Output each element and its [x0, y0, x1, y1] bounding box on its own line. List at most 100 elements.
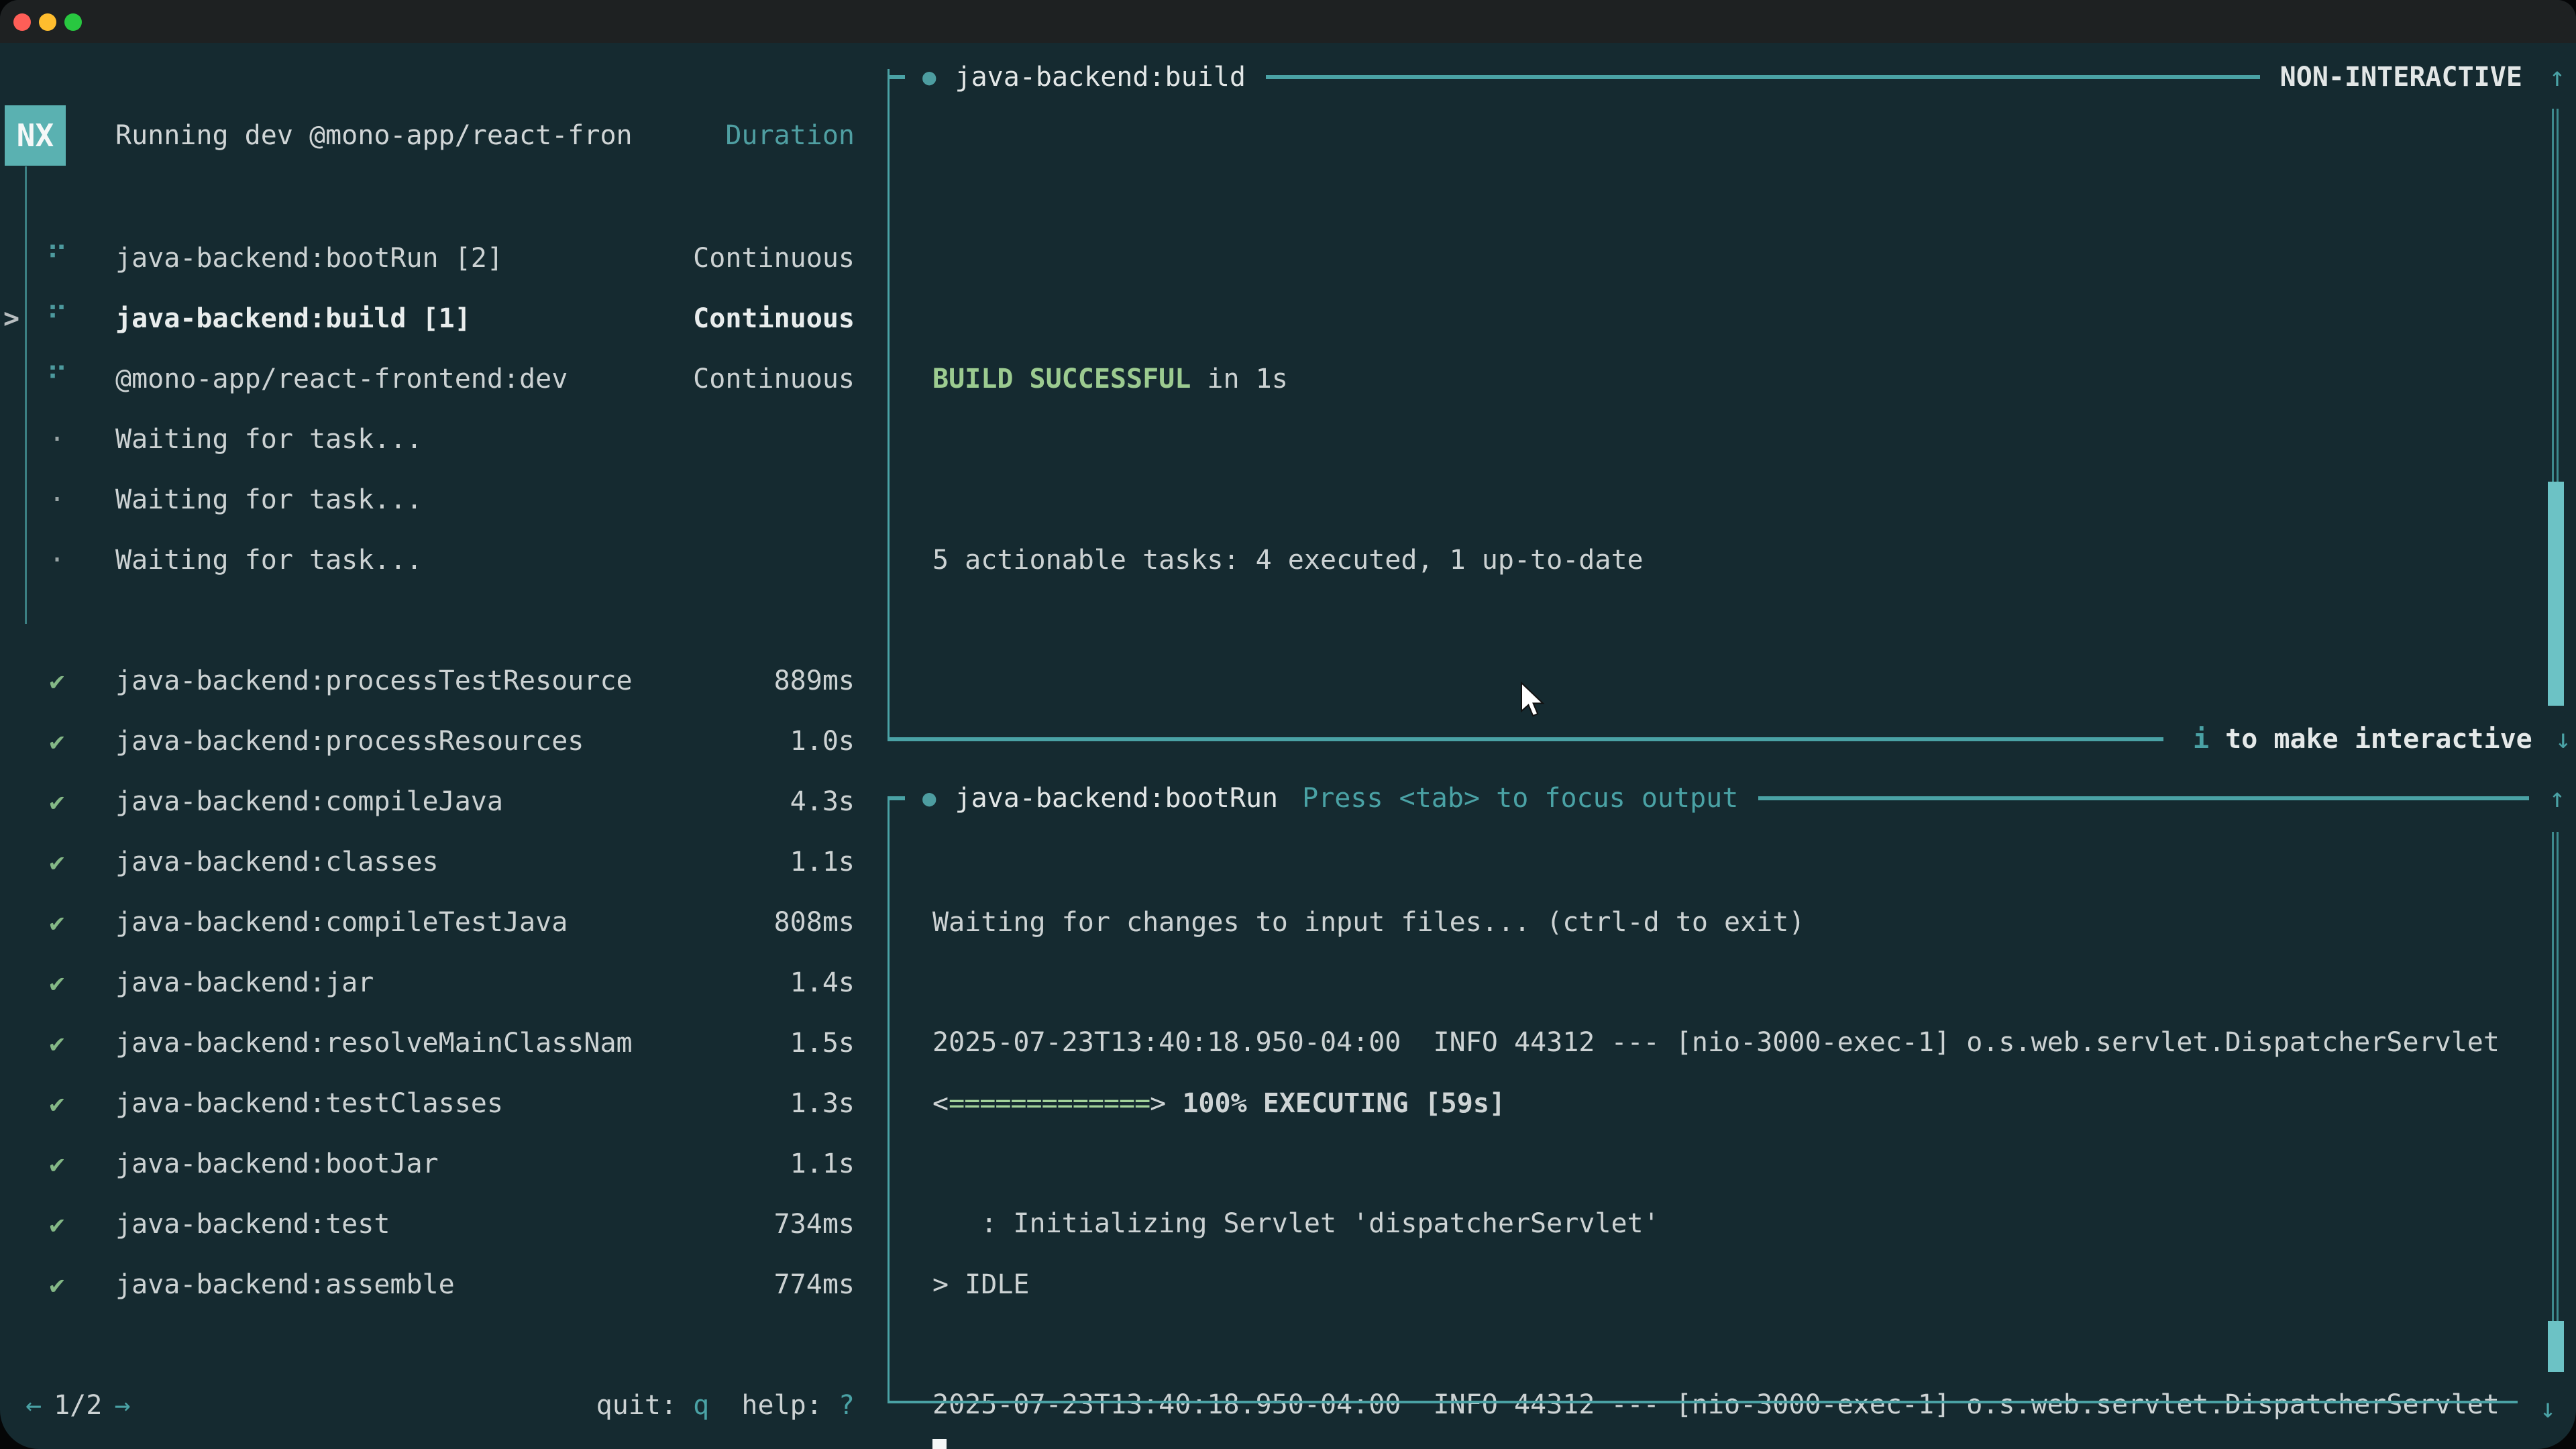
completed-task-list: ✔ java-backend:processTestResource 889ms…	[0, 651, 872, 1315]
task-name: java-backend:jar	[115, 953, 374, 1013]
task-row[interactable]: ✔ java-backend:jar 1.4s	[0, 953, 872, 1013]
task-list-title: Running dev @mono-app/react-fron	[115, 105, 633, 166]
build-successful-text: BUILD SUCCESSFUL	[932, 349, 1191, 409]
nx-logo: NX	[5, 105, 66, 166]
minimize-button[interactable]	[39, 13, 56, 31]
page-indicator: 1/2	[42, 1390, 114, 1421]
spinner-icon: ⠋	[37, 349, 77, 409]
task-duration: 1.5s	[790, 1013, 855, 1073]
quit-key: q	[693, 1390, 709, 1421]
scroll-down-icon[interactable]: ↓	[2555, 709, 2571, 769]
task-row-selected[interactable]: > ⠋ java-backend:build [1] Continuous	[0, 288, 872, 349]
task-list-footer: ←1/2→ quit: q help: ?	[0, 1375, 872, 1436]
task-row[interactable]: ✔ java-backend:classes 1.1s	[0, 832, 872, 892]
close-button[interactable]	[13, 13, 31, 31]
quit-hint-label: quit:	[596, 1390, 694, 1421]
task-row[interactable]: ⠋ @mono-app/react-frontend:dev Continuou…	[0, 349, 872, 409]
task-row[interactable]: ✔ java-backend:test 734ms	[0, 1194, 872, 1254]
build-panel-scrollbar-track[interactable]	[2552, 109, 2559, 482]
check-icon: ✔	[37, 1073, 77, 1134]
task-row[interactable]: ✔ java-backend:compileJava 4.3s	[0, 771, 872, 832]
task-name: java-backend:classes	[115, 832, 439, 892]
bootrun-panel-border-stub	[888, 796, 905, 800]
task-name: java-backend:test	[115, 1194, 390, 1254]
build-panel-footer: i to make interactive ↓	[888, 709, 2576, 769]
check-icon: ✔	[37, 832, 77, 892]
task-name: java-backend:compileTestJava	[115, 892, 568, 953]
task-duration: 4.3s	[790, 771, 855, 832]
task-duration: 808ms	[774, 892, 855, 953]
build-panel-scrollbar-thumb[interactable]	[2548, 482, 2564, 706]
task-duration: 889ms	[774, 651, 855, 711]
task-row[interactable]: ✔ java-backend:testClasses 1.3s	[0, 1073, 872, 1134]
task-row[interactable]: ⠋ java-backend:bootRun [2] Continuous	[0, 228, 872, 288]
scroll-up-icon[interactable]: ↑	[2549, 47, 2565, 107]
task-row[interactable]: ✔ java-backend:processTestResource 889ms	[0, 651, 872, 711]
build-panel-header: ● java-backend:build NON-INTERACTIVE ↑	[888, 47, 2576, 107]
task-name: java-backend:assemble	[115, 1254, 455, 1315]
scroll-down-icon[interactable]: ↓	[2540, 1379, 2556, 1439]
task-status: Continuous	[693, 288, 855, 349]
check-icon: ✔	[37, 953, 77, 1013]
check-icon: ✔	[37, 711, 77, 771]
maximize-button[interactable]	[64, 13, 82, 31]
task-name: java-backend:bootJar	[115, 1134, 439, 1194]
bootrun-panel-scrollbar-track[interactable]	[2552, 832, 2559, 1321]
bootrun-panel-header: ● java-backend:bootRun Press <tab> to fo…	[888, 768, 2576, 828]
selection-caret-icon: >	[3, 288, 19, 349]
bootrun-panel-header-rule	[1758, 796, 2529, 800]
waiting-task-row: · Waiting for task...	[0, 530, 872, 590]
focus-output-hint: Press <tab> to focus output	[1302, 768, 1738, 828]
task-status: Continuous	[693, 228, 855, 288]
prev-page-arrow-icon[interactable]: ←	[25, 1390, 42, 1421]
waiting-dot-icon: ·	[37, 409, 77, 470]
mouse-cursor	[1520, 680, 1547, 741]
log-line: : Initializing Servlet 'dispatcherServle…	[932, 1193, 2536, 1254]
help-key: ?	[839, 1390, 855, 1421]
terminal-window: NX Running dev @mono-app/react-fron Dura…	[0, 0, 2576, 1449]
scroll-up-icon[interactable]: ↑	[2549, 768, 2565, 828]
nx-tui: NX Running dev @mono-app/react-fron Dura…	[0, 43, 2576, 1449]
task-row[interactable]: ✔ java-backend:assemble 774ms	[0, 1254, 872, 1315]
task-duration: 774ms	[774, 1254, 855, 1315]
check-icon: ✔	[37, 771, 77, 832]
help-hint-label: help:	[709, 1390, 839, 1421]
build-status-line: BUILD SUCCESSFUL in 1s	[932, 349, 2536, 409]
next-page-arrow-icon[interactable]: →	[114, 1390, 130, 1421]
title-bar	[0, 0, 2576, 43]
waiting-dot-icon: ·	[37, 470, 77, 530]
bootrun-panel-output[interactable]: 2025-07-23T13:40:18.950-04:00 INFO 44312…	[932, 892, 2536, 1449]
task-duration: 1.1s	[790, 1134, 855, 1194]
bootrun-panel-scrollbar-thumb[interactable]	[2548, 1321, 2564, 1372]
task-bullet-icon: ●	[922, 768, 936, 828]
build-panel-left-border	[888, 69, 890, 738]
waiting-task-row: · Waiting for task...	[0, 470, 872, 530]
non-interactive-badge: NON-INTERACTIVE	[2280, 47, 2522, 107]
spinner-icon: ⠋	[37, 228, 77, 288]
task-list-panel: NX Running dev @mono-app/react-fron Dura…	[0, 43, 872, 1449]
spinner-icon: ⠋	[37, 288, 77, 349]
waiting-task-row: · Waiting for task...	[0, 409, 872, 470]
waiting-label: Waiting for task...	[115, 530, 423, 590]
waiting-label: Waiting for task...	[115, 409, 423, 470]
task-row[interactable]: ✔ java-backend:compileTestJava 808ms	[0, 892, 872, 953]
task-list-header: NX Running dev @mono-app/react-fron Dura…	[0, 105, 872, 166]
task-duration: 1.3s	[790, 1073, 855, 1134]
check-icon: ✔	[37, 1194, 77, 1254]
task-row[interactable]: ✔ java-backend:bootJar 1.1s	[0, 1134, 872, 1194]
task-duration: 734ms	[774, 1194, 855, 1254]
task-row[interactable]: ✔ java-backend:processResources 1.0s	[0, 711, 872, 771]
task-name: java-backend:bootRun [2]	[115, 228, 503, 288]
check-icon: ✔	[37, 1013, 77, 1073]
bootrun-panel-left-border	[888, 800, 890, 1403]
task-name: java-backend:processResources	[115, 711, 584, 771]
build-panel-title: java-backend:build	[955, 47, 1245, 107]
task-row[interactable]: ✔ java-backend:resolveMainClassNam 1.5s	[0, 1013, 872, 1073]
task-name: java-backend:resolveMainClassNam	[115, 1013, 633, 1073]
running-task-list: ⠋ java-backend:bootRun [2] Continuous > …	[0, 228, 872, 590]
check-icon: ✔	[37, 1254, 77, 1315]
log-line: 2025-07-23T13:40:18.950-04:00 INFO 44312…	[932, 1012, 2536, 1073]
task-name: java-backend:compileJava	[115, 771, 503, 832]
waiting-dot-icon: ·	[37, 530, 77, 590]
build-panel-border-stub	[888, 75, 905, 79]
